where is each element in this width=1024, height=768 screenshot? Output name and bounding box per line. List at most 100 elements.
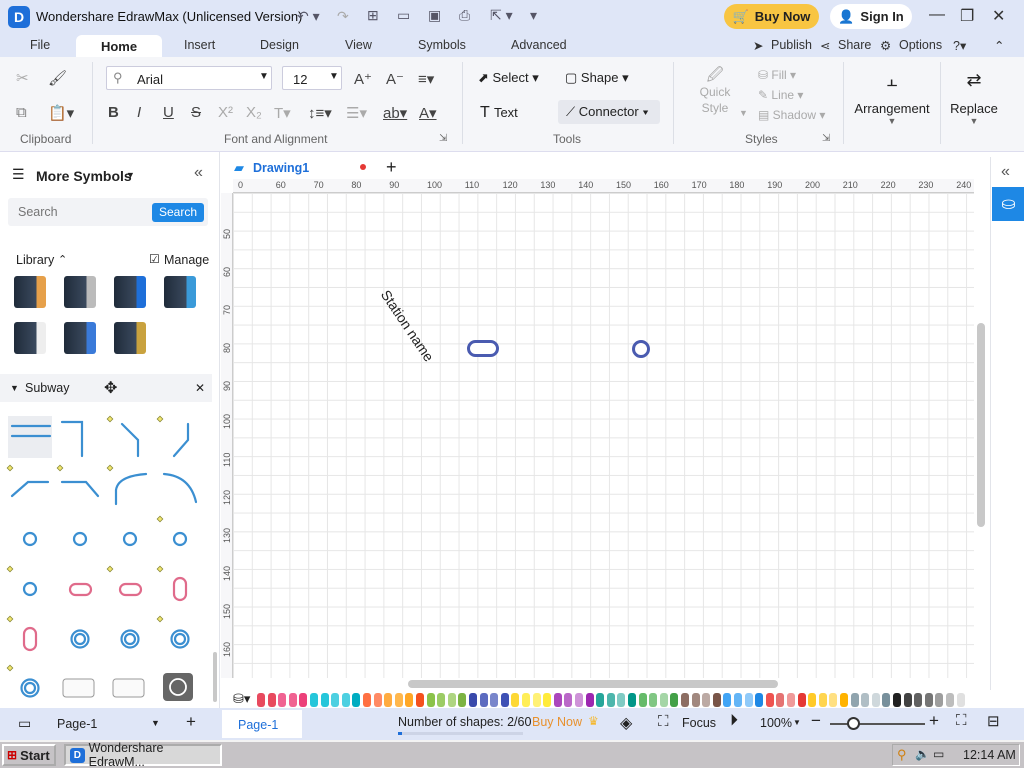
library-server-icon[interactable] [164, 276, 196, 308]
line-button[interactable]: ✎ Line ▾ [758, 88, 803, 102]
color-swatch[interactable] [617, 693, 626, 707]
color-swatch[interactable] [649, 693, 658, 707]
library-server-icon[interactable] [64, 322, 96, 354]
color-swatch[interactable] [681, 693, 689, 707]
library-server-icon[interactable] [64, 276, 96, 308]
color-swatch[interactable] [288, 693, 297, 707]
color-swatch[interactable] [500, 693, 509, 707]
color-swatch[interactable] [882, 693, 891, 707]
shadow-button[interactable]: ▤ Shadow ▾ [758, 108, 825, 122]
symbol-search-input[interactable] [8, 198, 148, 226]
station-capsule-shape[interactable] [467, 340, 499, 357]
color-swatch[interactable] [829, 693, 838, 707]
library-server-icon[interactable] [114, 322, 146, 354]
publish-icon[interactable]: ➤ [753, 38, 763, 53]
document-tab[interactable]: Drawing1 [253, 161, 309, 175]
panel-scrollbar[interactable] [213, 652, 217, 702]
new-file-icon[interactable]: ⊞ [367, 7, 379, 24]
subway-line-symbols[interactable] [0, 412, 212, 702]
color-swatch[interactable] [384, 693, 393, 707]
color-swatch[interactable] [776, 693, 785, 707]
color-swatch[interactable] [437, 693, 446, 707]
color-swatch[interactable] [840, 693, 848, 707]
shape-tool-button[interactable]: ▢ Shape ▾ [565, 70, 629, 86]
strikethrough-icon[interactable]: S [191, 104, 201, 121]
manage-icon[interactable]: ☑ [149, 252, 160, 266]
station-circle-shape[interactable] [632, 340, 650, 358]
library-server-icon[interactable] [114, 276, 146, 308]
color-swatch[interactable] [702, 693, 711, 707]
font-color-icon[interactable]: A▾ [419, 104, 437, 122]
underline-icon[interactable]: U [163, 104, 174, 121]
layers-icon[interactable]: ◈ [620, 713, 632, 733]
color-swatch[interactable] [596, 693, 605, 707]
buy-now-button[interactable]: 🛒 Buy Now [724, 4, 819, 29]
subscript-icon[interactable]: X₂ [246, 104, 262, 121]
color-swatch[interactable] [723, 693, 732, 707]
color-swatch[interactable] [299, 693, 308, 707]
color-swatch[interactable] [416, 693, 424, 707]
font-family-select[interactable]: ⚲ Arial ▼ [106, 66, 272, 90]
decrease-font-icon[interactable]: A⁻ [386, 70, 404, 88]
color-swatch[interactable] [893, 693, 901, 707]
color-swatch[interactable] [659, 693, 668, 707]
chevron-up-icon[interactable]: ⌃ [58, 253, 67, 266]
replace-button[interactable]: ⇄ Replace ▼ [948, 70, 1000, 126]
fit-page-icon[interactable]: ⛶ [956, 712, 967, 729]
color-swatch[interactable] [543, 693, 552, 707]
tab-insert[interactable]: Insert [184, 38, 215, 52]
color-swatch[interactable] [532, 693, 541, 707]
color-swatch[interactable] [426, 693, 435, 707]
text-tool-button[interactable]: T Text [480, 104, 518, 122]
color-swatch[interactable] [691, 693, 700, 707]
line-spacing-icon[interactable]: ↕≡▾ [308, 104, 332, 122]
fit-width-icon[interactable]: ⊟ [987, 712, 1000, 730]
page-view-icon[interactable]: ▭ [18, 715, 31, 732]
color-swatch[interactable] [575, 693, 583, 707]
color-swatch[interactable] [405, 693, 414, 707]
copy-icon[interactable]: ⧉ [16, 104, 27, 121]
minimize-icon[interactable]: — [929, 6, 945, 24]
export-icon[interactable]: ⇱ ▾ [490, 7, 513, 24]
focus-button[interactable]: Focus [682, 716, 716, 730]
tab-view[interactable]: View [345, 38, 372, 52]
color-swatch[interactable] [797, 693, 806, 707]
format-paint-button[interactable]: ⛀ [992, 187, 1024, 221]
start-button[interactable]: ⊞ Start [2, 744, 56, 766]
taskbar-app-button[interactable]: D Wondershare EdrawM... [64, 741, 222, 768]
library-server-icon[interactable] [14, 276, 46, 308]
color-swatch[interactable] [352, 693, 361, 707]
horizontal-scrollbar[interactable] [408, 680, 778, 688]
collapse-ribbon-icon[interactable]: ⌃ [994, 38, 1004, 53]
color-swatch[interactable] [553, 693, 562, 707]
share-icon[interactable]: ⋖ [820, 38, 830, 53]
more-symbols-title[interactable]: More Symbols [36, 168, 132, 184]
color-swatch[interactable] [787, 693, 795, 707]
tab-design[interactable]: Design [260, 38, 299, 52]
dialog-launcher-icon[interactable]: ⇲ [439, 133, 447, 144]
text-case-icon[interactable]: T▾ [274, 104, 291, 122]
color-swatch[interactable] [267, 693, 276, 707]
color-swatch[interactable] [744, 693, 753, 707]
options-button[interactable]: Options [899, 38, 942, 52]
color-swatch[interactable] [564, 693, 573, 707]
add-document-icon[interactable]: + [386, 157, 397, 178]
color-swatch[interactable] [606, 693, 615, 707]
color-swatch[interactable] [808, 693, 817, 707]
color-swatch[interactable] [871, 693, 880, 707]
color-swatch[interactable] [914, 693, 923, 707]
color-swatch[interactable] [734, 693, 742, 707]
customize-toolbar-icon[interactable]: ▾ [530, 7, 537, 24]
library-server-icon[interactable] [14, 322, 46, 354]
select-tool-button[interactable]: ⬈ Select ▾ [478, 70, 539, 86]
chevron-down-icon[interactable]: ▼ [793, 718, 801, 727]
play-icon[interactable]: ⏵ [730, 712, 738, 730]
color-swatch[interactable] [765, 693, 774, 707]
color-swatch[interactable] [638, 693, 647, 707]
tab-symbols[interactable]: Symbols [418, 38, 466, 52]
color-swatch[interactable] [363, 693, 371, 707]
color-swatch[interactable] [469, 693, 477, 707]
page-tab[interactable]: Page-1 [222, 710, 302, 738]
color-swatch[interactable] [585, 693, 594, 707]
add-page-icon[interactable]: + [186, 712, 196, 732]
